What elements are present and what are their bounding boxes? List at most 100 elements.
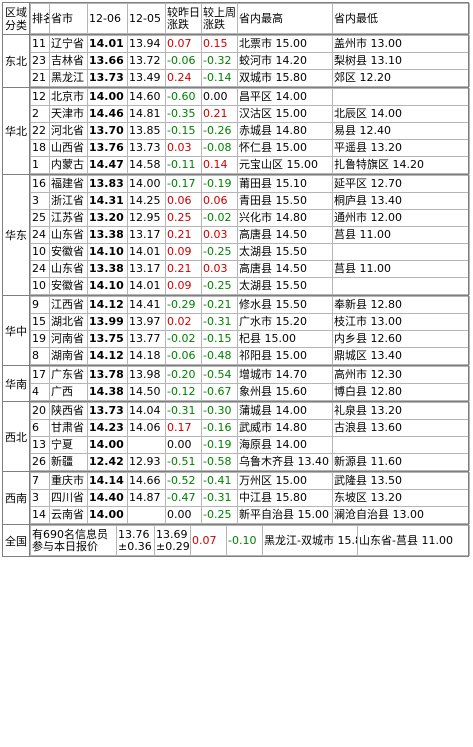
price-current-cell: 14.00 [87,436,128,454]
price-current-cell: 14.12 [87,347,128,365]
province-cell: 湖北省 [49,313,88,331]
change-day-cell: 0.02 [165,313,202,331]
price-report-page: 区域分类 排名 省市 12-06 12-05 较昨日涨跌 [0,0,473,747]
change-day-cell: 0.25 [165,209,202,227]
change-week-cell: -0.08 [201,139,238,157]
region-rows: 16 福建省 13.83 14.00 -0.17 -0.19 莆田县 15.10 延平区 12… [30,175,470,295]
max-price-cell: 中江县 15.80 [237,489,333,507]
change-week-cell: -0.16 [201,419,238,437]
price-previous-cell: 13.94 [127,35,166,53]
price-previous-cell: 13.17 [127,260,166,278]
table-row: 24 山东省 13.38 13.17 0.21 0.03 高唐县 14.50 莒县 11.00 [30,226,470,244]
price-previous-cell: 14.01 [127,243,166,261]
change-week-cell: -0.21 [201,296,238,314]
max-price-cell: 万州区 15.00 [237,472,333,490]
max-price-cell: 高唐县 14.50 [237,260,333,278]
change-day-cell: 0.21 [165,260,202,278]
header-inner: 排名 省市 12-06 12-05 较昨日涨跌 较上周涨跌 省内最高 省内最低 [30,3,470,34]
price-previous-cell: 13.49 [127,69,166,87]
price-current-cell: 13.73 [87,402,128,420]
table-row: 4 广西 14.38 14.50 -0.12 -0.67 象州县 15.60 博白县 12.8… [30,383,470,401]
rank-cell: 11 [30,35,50,53]
min-price-cell: 武隆县 13.50 [332,472,470,490]
price-previous-cell: 14.18 [127,347,166,365]
rank-cell: 25 [30,209,50,227]
change-week-cell: -0.25 [201,243,238,261]
national-max: 黑龙江-双城市 15.80 [262,525,358,556]
rank-cell: 6 [30,419,50,437]
price-current-cell: 14.23 [87,419,128,437]
province-cell: 甘肃省 [49,419,88,437]
price-current-cell: 14.10 [87,277,128,295]
table-row: 15 湖北省 13.99 13.97 0.02 -0.31 广水市 15.20 枝江市 13.… [30,313,470,331]
price-current-cell: 14.12 [87,296,128,314]
header-region: 区域分类 [2,2,30,35]
price-previous-cell: 14.60 [127,88,166,106]
region-group: 西北 20 陕西省 13.73 14.04 -0.31 -0.30 蒲城县 14.00 礼泉县 … [2,401,470,472]
price-current-cell: 14.46 [87,105,128,123]
rank-cell: 7 [30,472,50,490]
region-rows: 9 江西省 14.12 14.41 -0.29 -0.21 修水县 15.50 奉新县 12.… [30,296,470,365]
change-day-cell: -0.52 [165,472,202,490]
change-day-cell: 0.09 [165,243,202,261]
max-price-cell: 高唐县 14.50 [237,226,333,244]
province-cell: 重庆市 [49,472,88,490]
max-price-cell: 北票市 15.00 [237,35,333,53]
max-price-cell: 乌鲁木齐县 13.40 [237,453,333,471]
price-previous-cell: 14.50 [127,383,166,401]
province-cell: 天津市 [49,105,88,123]
region-group: 华北 12 北京市 14.00 14.60 -0.60 0.00 昌平区 14.00 2 天津市 1… [2,87,470,175]
change-week-cell: -0.54 [201,366,238,384]
change-week-cell: 0.21 [201,105,238,123]
change-week-cell: -0.25 [201,506,238,524]
change-day-cell: 0.09 [165,277,202,295]
change-day-cell: 0.00 [165,506,202,524]
change-day-cell: 0.24 [165,69,202,87]
min-price-cell: 梨树县 13.10 [332,52,470,70]
change-week-cell: -0.19 [201,175,238,193]
price-previous-cell: 14.01 [127,277,166,295]
national-row: 全国 有690名信息员参与本日报价 13.76 ±0.36 13.69 ±0.29 0.07… [2,524,470,557]
table-row: 7 重庆市 14.14 14.66 -0.52 -0.41 万州区 15.00 武隆县 13.… [30,472,470,490]
rank-cell: 14 [30,506,50,524]
region-label: 华东 [2,174,30,296]
price-previous-cell: 12.95 [127,209,166,227]
price-current-cell: 12.42 [87,453,128,471]
national-change-day: 0.07 [190,525,227,556]
table-row: 6 甘肃省 14.23 14.06 0.17 -0.16 武威市 14.80 古浪县 13.6… [30,419,470,437]
price-current-cell: 14.10 [87,243,128,261]
min-price-cell: 鼎城区 13.40 [332,347,470,365]
change-day-cell: -0.06 [165,52,202,70]
min-price-cell [332,88,470,106]
national-change-week: -0.10 [226,525,263,556]
region-rows: 20 陕西省 13.73 14.04 -0.31 -0.30 蒲城县 14.00 礼泉县 13… [30,402,470,471]
table-row: 2 天津市 14.46 14.81 -0.35 0.21 汉沽区 15.00 北辰区 14.0… [30,105,470,123]
rank-cell: 15 [30,313,50,331]
table-row: 20 陕西省 13.73 14.04 -0.31 -0.30 蒲城县 14.00 礼泉县 13… [30,402,470,420]
region-label: 东北 [2,34,30,88]
province-cell: 福建省 [49,175,88,193]
price-previous-cell: 13.85 [127,122,166,140]
table-row: 21 黑龙江 13.73 13.49 0.24 -0.14 双城市 15.80 郊区 12.2… [30,69,470,87]
region-label: 华南 [2,365,30,402]
table-row: 14 云南省 14.00 0.00 -0.25 新平自治县 15.00 澜沧自治县 13.0… [30,506,470,524]
table-row: 3 四川省 14.40 14.87 -0.47 -0.31 中江县 15.80 东坡区 13.… [30,489,470,507]
region-label: 华中 [2,295,30,366]
national-price-previous: 13.69 ±0.29 [154,525,191,556]
price-current-cell: 14.40 [87,489,128,507]
price-previous-cell: 14.00 [127,175,166,193]
price-previous-cell: 14.87 [127,489,166,507]
price-previous-cell: 14.58 [127,156,166,174]
min-price-cell: 博白县 12.80 [332,383,470,401]
national-price-previous-value: 13.69 [156,527,188,541]
min-price-cell: 盖州市 13.00 [332,35,470,53]
table-row: 23 吉林省 13.66 13.72 -0.06 -0.32 蛟河市 14.20 梨树县 13… [30,52,470,70]
price-previous-cell: 13.98 [127,366,166,384]
price-previous-cell: 14.06 [127,419,166,437]
change-week-cell: -0.48 [201,347,238,365]
price-current-cell: 13.70 [87,122,128,140]
rank-cell: 8 [30,347,50,365]
change-day-cell: -0.35 [165,105,202,123]
change-day-cell: -0.12 [165,383,202,401]
province-cell: 河南省 [49,330,88,348]
